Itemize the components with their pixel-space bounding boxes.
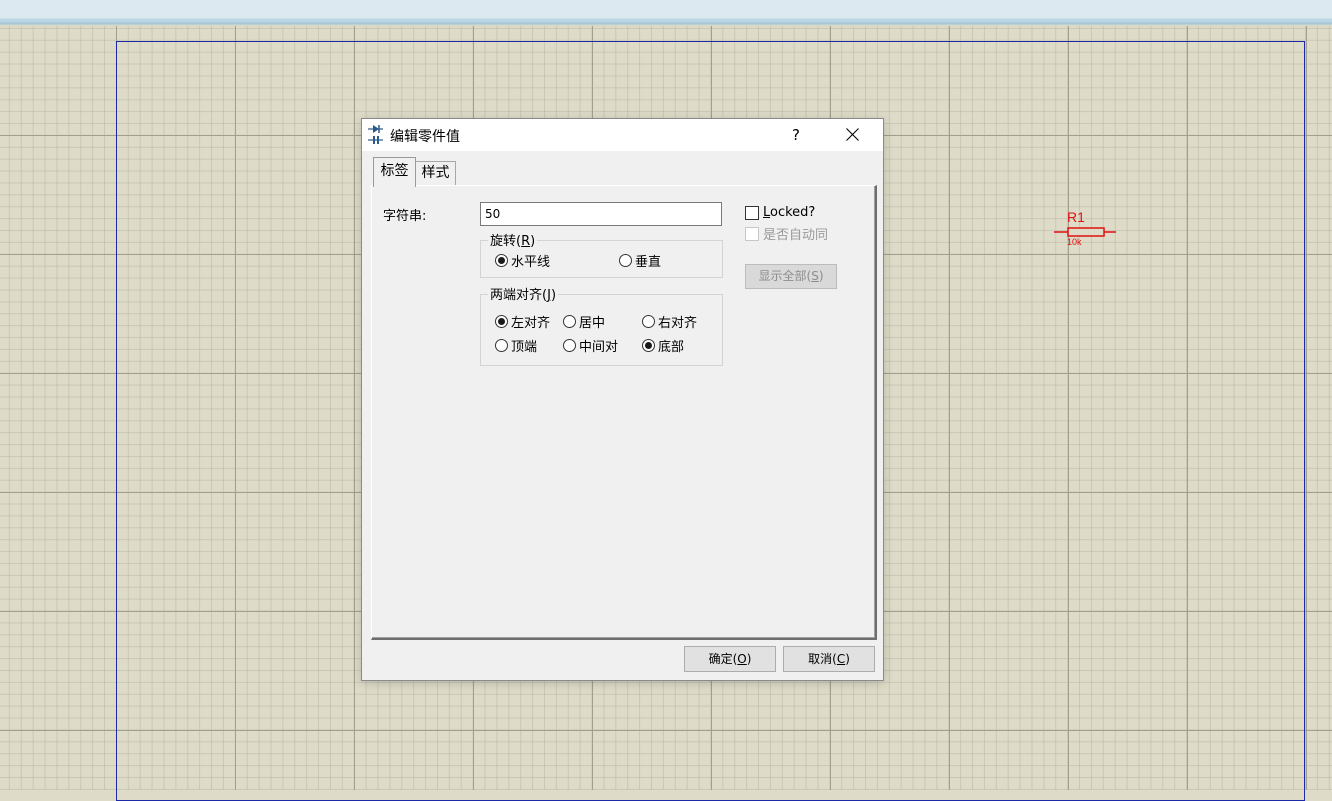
radio-circle xyxy=(619,254,632,267)
radio-vertical[interactable]: 垂直 xyxy=(619,251,661,270)
radio-circle xyxy=(563,339,576,352)
locked-label: Locked? xyxy=(763,205,816,220)
string-input[interactable] xyxy=(480,202,722,226)
radio-top[interactable]: 顶端 xyxy=(495,336,537,355)
tab-style[interactable]: 样式 xyxy=(416,161,456,185)
dialog-titlebar[interactable]: 编辑零件值 ? xyxy=(362,119,883,151)
show-all-button[interactable]: 显示全部(S) xyxy=(745,264,837,289)
radio-right-align[interactable]: 右对齐 xyxy=(642,312,697,331)
dialog-title: 编辑零件值 xyxy=(390,129,460,145)
rotation-group: 旋转(R) 水平线 垂直 xyxy=(480,230,723,278)
radio-circle xyxy=(563,315,576,328)
justify-group-title: 两端对齐(J) xyxy=(488,284,559,303)
close-button[interactable] xyxy=(832,119,872,151)
tab-label[interactable]: 标签 xyxy=(373,157,416,187)
justify-group: 两端对齐(J) 左对齐 居中 右对齐 顶端 中间对 底部 xyxy=(480,284,723,366)
radio-circle xyxy=(495,315,508,328)
component-value[interactable]: 10k xyxy=(1067,237,1082,247)
radio-bottom[interactable]: 底部 xyxy=(642,336,684,355)
resistor-symbol xyxy=(1054,227,1116,237)
radio-circle xyxy=(642,315,655,328)
checkbox-box xyxy=(745,205,759,220)
window-top-strip xyxy=(0,0,1332,26)
string-label: 字符串: xyxy=(383,209,427,224)
radio-circle xyxy=(495,254,508,267)
ok-button[interactable]: 确定(O) xyxy=(684,646,776,672)
radio-left-align[interactable]: 左对齐 xyxy=(495,312,550,331)
component-reference[interactable]: R1 xyxy=(1067,209,1085,225)
help-button[interactable]: ? xyxy=(780,119,812,151)
resistor-component[interactable]: R1 10k xyxy=(1054,208,1124,256)
locked-checkbox[interactable]: Locked? xyxy=(745,205,815,220)
radio-circle xyxy=(642,339,655,352)
edit-component-value-dialog: 编辑零件值 ? 标签 样式 字符串: 旋转(R) 水平线 垂直 两端对齐(J) … xyxy=(361,118,884,681)
close-icon xyxy=(846,128,859,141)
radio-middle[interactable]: 中间对 xyxy=(563,336,618,355)
cancel-button[interactable]: 取消(C) xyxy=(783,646,875,672)
component-app-icon xyxy=(367,125,385,149)
radio-center[interactable]: 居中 xyxy=(563,312,605,331)
radio-horizontal[interactable]: 水平线 xyxy=(495,251,550,270)
rotation-group-title: 旋转(R) xyxy=(488,230,538,249)
auto-sync-checkbox[interactable]: 是否自动同 xyxy=(745,224,828,243)
checkbox-box xyxy=(745,226,759,241)
radio-circle xyxy=(495,339,508,352)
